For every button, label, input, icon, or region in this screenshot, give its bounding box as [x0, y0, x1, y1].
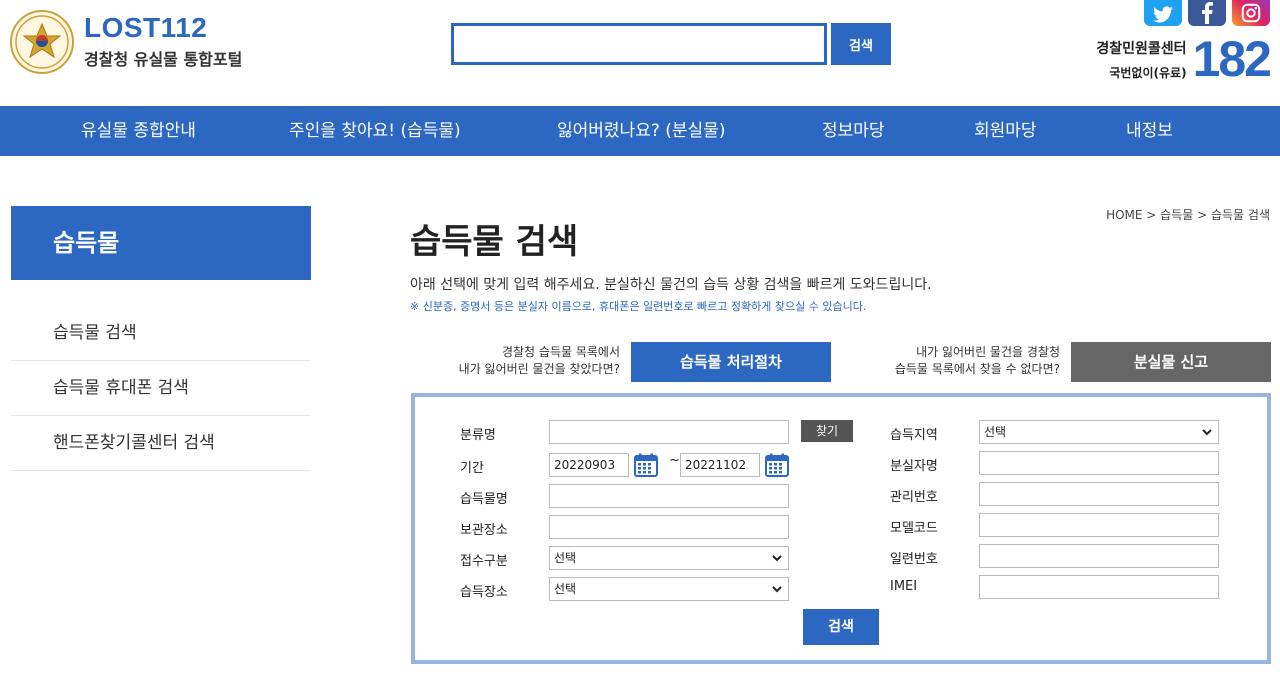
- header-search: 검색: [451, 23, 891, 65]
- nav-item-lost[interactable]: 잃어버렸나요? (분실물): [557, 106, 725, 156]
- police-emblem-icon: [10, 10, 74, 74]
- sidebar-item-phone-search[interactable]: 습득물 휴대폰 검색: [11, 361, 311, 416]
- page-description: 아래 선택에 맞게 입력 해주세요. 분실하신 물건의 습득 상황 검색을 빠르…: [410, 277, 932, 293]
- logo-title: LOST112: [84, 12, 208, 43]
- chevron-down-icon: [772, 586, 782, 593]
- receipt-label: 접수구분: [460, 554, 508, 569]
- nav-item-info[interactable]: 정보마당: [822, 106, 885, 156]
- page-note: ※ 신분증, 증명서 등은 분실자 이름으로, 휴대폰은 일련번호로 빠르고 정…: [410, 300, 867, 313]
- promo-right-line-2: 습득물 목록에서 찾을 수 없다면?: [894, 362, 1060, 376]
- main-nav: 유실물 종합안내 주인을 찾아요! (습득물) 잃어버렸나요? (분실물) 정보…: [0, 106, 1280, 156]
- serial-label: 일련번호: [890, 552, 938, 567]
- imei-label: IMEI: [890, 579, 918, 594]
- item-name-input[interactable]: [549, 484, 789, 508]
- social-links: [1144, 0, 1270, 26]
- instagram-icon[interactable]: [1232, 0, 1270, 26]
- date-from-input[interactable]: 20220903: [549, 453, 629, 477]
- nav-item-member[interactable]: 회원마당: [974, 106, 1037, 156]
- model-label: 모델코드: [890, 521, 938, 536]
- promo-right-text: 내가 잃어버린 물건을 경찰청 습득물 목록에서 찾을 수 없다면?: [895, 344, 1060, 378]
- sidebar-item-callcenter-search[interactable]: 핸드폰찾기콜센터 검색: [11, 416, 311, 471]
- date-to-input[interactable]: 20221102: [680, 453, 760, 477]
- calendar-from-icon[interactable]: [634, 453, 658, 477]
- nav-item-guide[interactable]: 유실물 종합안내: [81, 106, 196, 156]
- storage-input[interactable]: [549, 515, 789, 539]
- serial-input[interactable]: [979, 544, 1219, 568]
- category-input[interactable]: [549, 420, 789, 444]
- promo-left-line-2: 내가 잃어버린 물건을 찾았다면?: [458, 362, 620, 376]
- storage-label: 보관장소: [460, 523, 508, 538]
- find-category-button[interactable]: 찾기: [801, 420, 853, 442]
- nav-item-found[interactable]: 주인을 찾아요! (습득물): [289, 106, 461, 156]
- logo-text: LOST112 경찰청 유실물 통합포털: [84, 14, 242, 70]
- call-center-text: 경찰민원콜센터 국번없이(유료): [1096, 38, 1186, 81]
- place-label: 습득장소: [460, 585, 508, 600]
- region-label: 습득지역: [890, 428, 938, 443]
- region-select-value: 선택: [984, 425, 1007, 439]
- category-label: 분류명: [460, 428, 496, 443]
- owner-label: 분실자명: [890, 459, 938, 474]
- facebook-icon[interactable]: [1188, 0, 1226, 26]
- sidebar-item-found-search[interactable]: 습득물 검색: [11, 306, 311, 361]
- chevron-down-icon: [772, 555, 782, 562]
- found-process-button[interactable]: 습득물 처리절차: [631, 342, 831, 382]
- logo[interactable]: LOST112 경찰청 유실물 통합포털: [10, 10, 242, 74]
- place-select-value: 선택: [554, 582, 577, 596]
- chevron-down-icon: [1202, 429, 1212, 436]
- form-search-button[interactable]: 검색: [803, 609, 879, 645]
- promo-right-line-1: 내가 잃어버린 물건을 경찰청: [916, 345, 1060, 359]
- model-input[interactable]: [979, 513, 1219, 537]
- promo-left-text: 경찰청 습득물 목록에서 내가 잃어버린 물건을 찾았다면?: [459, 344, 620, 378]
- call-center: 경찰민원콜센터 국번없이(유료) 182: [1096, 31, 1272, 87]
- owner-input[interactable]: [979, 451, 1219, 475]
- item-name-label: 습득물명: [460, 492, 508, 507]
- calendar-to-icon[interactable]: [765, 453, 789, 477]
- place-select[interactable]: 선택: [549, 577, 789, 601]
- call-center-number: 182: [1192, 31, 1272, 87]
- call-center-sub: 국번없이(유료): [1109, 65, 1187, 80]
- manage-label: 관리번호: [890, 490, 938, 505]
- lost-report-button[interactable]: 분실물 신고: [1071, 342, 1271, 382]
- call-center-title: 경찰민원콜센터: [1096, 40, 1187, 57]
- page-title: 습득물 검색: [410, 222, 579, 262]
- nav-item-myinfo[interactable]: 내정보: [1126, 106, 1173, 156]
- sidebar-title: 습득물: [11, 206, 311, 280]
- promo-left-line-1: 경찰청 습득물 목록에서: [501, 345, 620, 359]
- breadcrumb: HOME > 습득물 > 습득물 검색: [1106, 208, 1270, 222]
- search-input[interactable]: [451, 23, 827, 65]
- logo-subtitle: 경찰청 유실물 통합포털: [84, 50, 243, 69]
- search-form: 분류명 찾기 기간 20220903 ~ 20221102 습득물명 보관장소 …: [411, 393, 1271, 664]
- manage-input[interactable]: [979, 482, 1219, 506]
- date-range-tilde: ~: [669, 453, 680, 468]
- twitter-icon[interactable]: [1144, 0, 1182, 26]
- receipt-select[interactable]: 선택: [549, 546, 789, 570]
- search-button[interactable]: 검색: [831, 23, 891, 65]
- region-select[interactable]: 선택: [979, 420, 1219, 444]
- header: LOST112 경찰청 유실물 통합포털 검색 경찰민원콜센터 국번없이(유료)…: [0, 0, 1280, 106]
- receipt-select-value: 선택: [554, 551, 577, 565]
- imei-input[interactable]: [979, 575, 1219, 599]
- period-label: 기간: [460, 461, 484, 476]
